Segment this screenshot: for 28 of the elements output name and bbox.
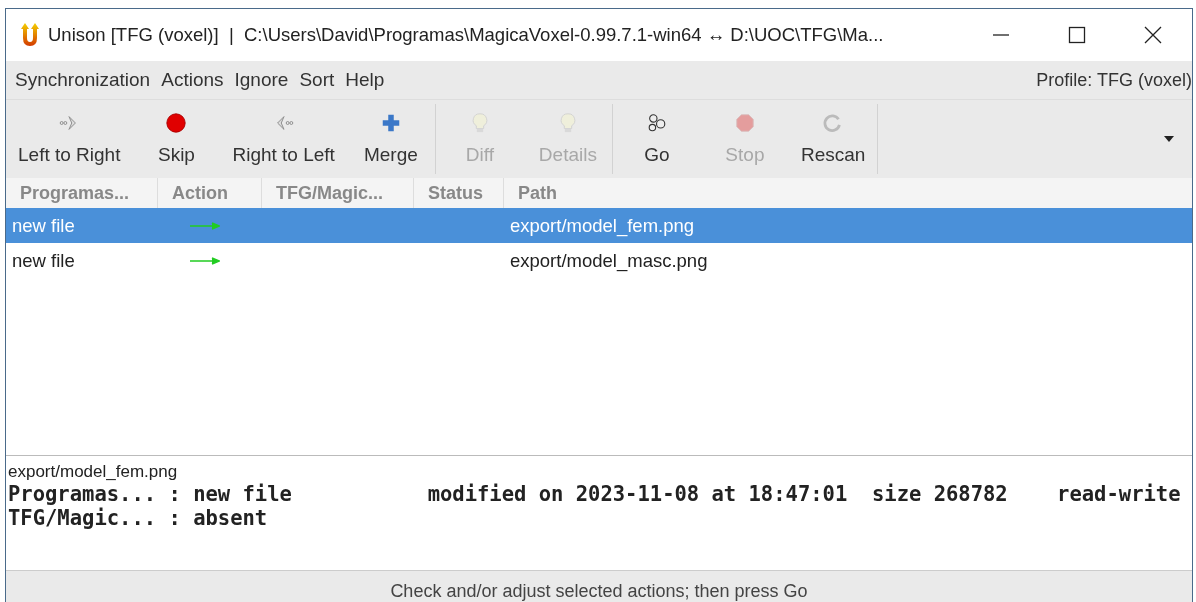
- details-line: Programas... : new file modified on 2023-11-08 at 18:47:01 size 268782 read-write: [8, 482, 1182, 506]
- file-row[interactable]: new file export/model_masc.png: [6, 243, 1192, 278]
- toolbar-button[interactable]: Merge: [346, 100, 435, 178]
- table-cell-text: export/model_fem.png: [509, 214, 696, 237]
- dropdown-caret-icon[interactable]: [1164, 136, 1174, 142]
- menu-item[interactable]: Help: [345, 69, 385, 91]
- menu-item[interactable]: Sort: [299, 69, 335, 91]
- toolbar-button[interactable]: Skip: [132, 100, 221, 178]
- toolbar-button[interactable]: Left to Right: [6, 100, 133, 178]
- status-bar: Check and/or adjust selected actions; then press Go: [6, 570, 1192, 602]
- stop-icon: [733, 112, 756, 134]
- details-path: export/model_fem.png: [8, 462, 179, 482]
- details-line: TFG/Magic... : absent: [8, 506, 269, 530]
- toolbar-button[interactable]: Rescan: [788, 100, 878, 178]
- close-icon[interactable]: [1143, 25, 1163, 45]
- table-cell-text: new file: [11, 249, 76, 272]
- table-cell-text: new file: [11, 214, 76, 237]
- app-logo-icon: [20, 23, 40, 47]
- profile-label: Profile: TFG (voxel): [1036, 69, 1192, 91]
- window-title: Unison [TFG (voxel)] | C:\Users\David\Programas\MagicaVoxel-0.99.7.1-win64 ↔ D:\UOC\TFG\Ma...: [48, 24, 884, 46]
- menu-item[interactable]: Actions: [161, 69, 224, 91]
- toolbar-button[interactable]: Right to Left: [220, 100, 347, 178]
- circle-icon: [165, 112, 188, 134]
- menu-item[interactable]: Synchronization: [15, 69, 151, 91]
- maximize-icon[interactable]: [1067, 25, 1087, 45]
- table-cell-text: export/model_masc.png: [509, 249, 709, 272]
- menu-item[interactable]: Ignore: [234, 69, 289, 91]
- toolbar-button[interactable]: Go: [612, 100, 701, 178]
